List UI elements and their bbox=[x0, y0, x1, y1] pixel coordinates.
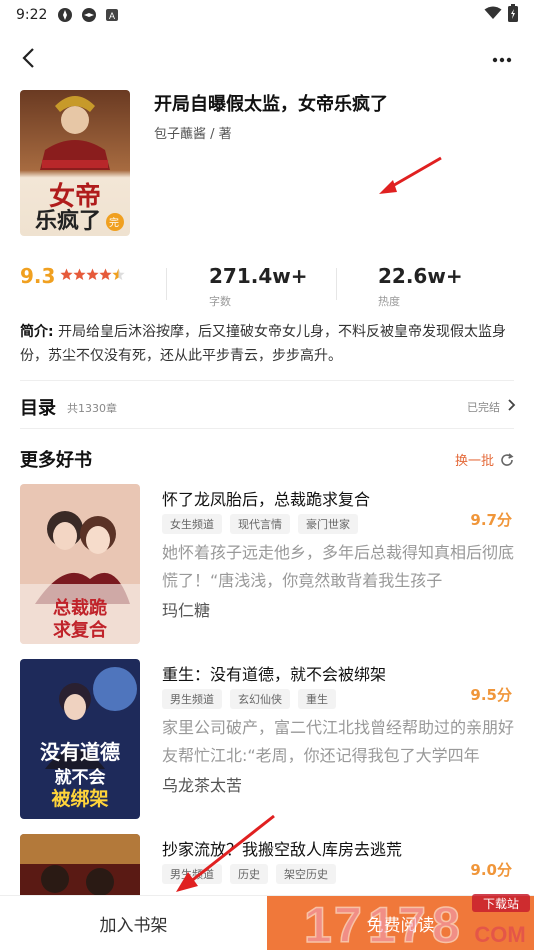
svg-text:总裁跪: 总裁跪 bbox=[53, 597, 107, 619]
rating-stars bbox=[60, 268, 126, 281]
chevron-left-icon bbox=[22, 48, 34, 68]
word-count: 271.4w+ bbox=[209, 264, 308, 288]
star-rating-icon bbox=[60, 268, 125, 280]
font-notification-icon: A bbox=[105, 8, 119, 22]
refresh-icon bbox=[501, 452, 514, 466]
completion-status: 已完结 bbox=[467, 401, 500, 414]
book-author: 玛仁糖 bbox=[162, 601, 211, 620]
book-cover: 女帝 乐疯了 完 bbox=[20, 90, 130, 236]
svg-text:A: A bbox=[109, 11, 115, 21]
free-read-button[interactable]: 免费阅读 bbox=[267, 896, 534, 950]
tag-list: 女生频道 现代言情 豪门世家 bbox=[162, 514, 358, 534]
status-time: 9:22 bbox=[16, 7, 48, 23]
book-title: 重生：没有道德，就不会被绑架 bbox=[162, 665, 387, 684]
app-notification-icon bbox=[57, 7, 73, 23]
refresh-label: 换一批 bbox=[454, 454, 494, 469]
book-description: 她怀着孩子远走他乡，多年后总裁得知真相后彻底慌了！“唐浅浅，你竟然敢背着我生孩子 bbox=[162, 543, 514, 590]
book-cover: 没有道德 就不会 被绑架 bbox=[20, 659, 140, 819]
annotation-arrow-icon bbox=[379, 156, 442, 194]
book-title: 怀了龙凤胎后，总裁跪求复合 bbox=[162, 490, 371, 509]
status-bar: 9:22 A bbox=[0, 0, 534, 30]
book-list-item[interactable]: 没有道德 就不会 被绑架 重生：没有道德，就不会被绑架 男生频道 玄幻仙侠 重生… bbox=[0, 659, 534, 819]
more-options-button[interactable] bbox=[488, 46, 516, 74]
tag: 重生 bbox=[298, 689, 336, 709]
book-score: 9.0分 bbox=[470, 861, 512, 879]
app-notification-icon bbox=[81, 7, 97, 23]
word-count-label: 字数 bbox=[209, 295, 231, 308]
tag-list: 男生频道 玄幻仙侠 重生 bbox=[162, 689, 336, 709]
tag: 豪门世家 bbox=[298, 514, 358, 534]
battery-icon bbox=[508, 4, 518, 26]
chapter-count: 共1330章 bbox=[67, 402, 117, 415]
toc-row[interactable]: 目录 共1330章 已完结 bbox=[0, 390, 534, 422]
add-to-shelf-button[interactable]: 加入书架 bbox=[0, 896, 267, 950]
wifi-icon bbox=[484, 6, 502, 24]
stats-divider bbox=[166, 268, 167, 300]
tag: 现代言情 bbox=[230, 514, 290, 534]
tag: 女生频道 bbox=[162, 514, 222, 534]
book-description: 家里公司破产，富二代江北找曾经帮助过的亲朋好友帮忙江北:“老周，你还记得我包了大… bbox=[162, 718, 514, 765]
book-author[interactable]: 包子蘸酱 / 著 bbox=[154, 123, 232, 142]
stats-divider bbox=[336, 268, 337, 300]
svg-text:求复合: 求复合 bbox=[53, 619, 108, 641]
book-score: 9.3 bbox=[20, 264, 56, 288]
svg-text:没有道德: 没有道德 bbox=[40, 740, 120, 764]
book-title: 开局自曝假太监，女帝乐疯了 bbox=[154, 94, 388, 115]
tag: 玄幻仙侠 bbox=[230, 689, 290, 709]
heat-label: 热度 bbox=[378, 295, 400, 308]
cover-badge-label: 完 bbox=[109, 218, 119, 229]
chevron-right-icon bbox=[508, 399, 516, 411]
book-list-item[interactable]: 总裁跪 求复合 怀了龙凤胎后，总裁跪求复合 女生频道 现代言情 豪门世家 9.7… bbox=[0, 484, 534, 644]
tag: 架空历史 bbox=[276, 864, 336, 884]
top-nav bbox=[0, 38, 534, 78]
book-score: 9.7分 bbox=[470, 511, 512, 529]
svg-text:被绑架: 被绑架 bbox=[51, 787, 108, 810]
more-books-heading: 更多好书 bbox=[20, 450, 92, 471]
svg-text:乐疯了: 乐疯了 bbox=[35, 208, 101, 234]
annotation-arrow-icon bbox=[176, 814, 275, 892]
divider bbox=[20, 380, 514, 381]
book-cover: 总裁跪 求复合 bbox=[20, 484, 140, 644]
book-score: 9.5分 bbox=[470, 686, 512, 704]
more-dots-icon bbox=[492, 57, 512, 63]
toc-label: 目录 bbox=[20, 398, 56, 419]
book-author: 乌龙茶太苦 bbox=[162, 776, 243, 795]
intro-text: 开局给皇后沐浴按摩，后又撞破女帝女儿身，不料反被皇帝发现假太监身份，苏尘不仅没有… bbox=[20, 324, 507, 364]
book-cover bbox=[20, 834, 140, 895]
book-stats: 9.3 271.4w+ 字数 22.6w+ 热度 bbox=[0, 262, 534, 310]
tag: 男生频道 bbox=[162, 689, 222, 709]
svg-text:就不会: 就不会 bbox=[55, 767, 106, 788]
refresh-button[interactable]: 换一批 bbox=[455, 450, 514, 469]
back-button[interactable] bbox=[14, 44, 42, 72]
intro-label: 简介: bbox=[20, 324, 54, 340]
book-intro: 简介: 开局给皇后沐浴按摩，后又撞破女帝女儿身，不料反被皇帝发现假太监身份，苏尘… bbox=[20, 320, 516, 368]
divider bbox=[20, 428, 514, 429]
heat-count: 22.6w+ bbox=[378, 264, 463, 288]
bottom-action-bar: 加入书架 免费阅读 bbox=[0, 895, 534, 950]
